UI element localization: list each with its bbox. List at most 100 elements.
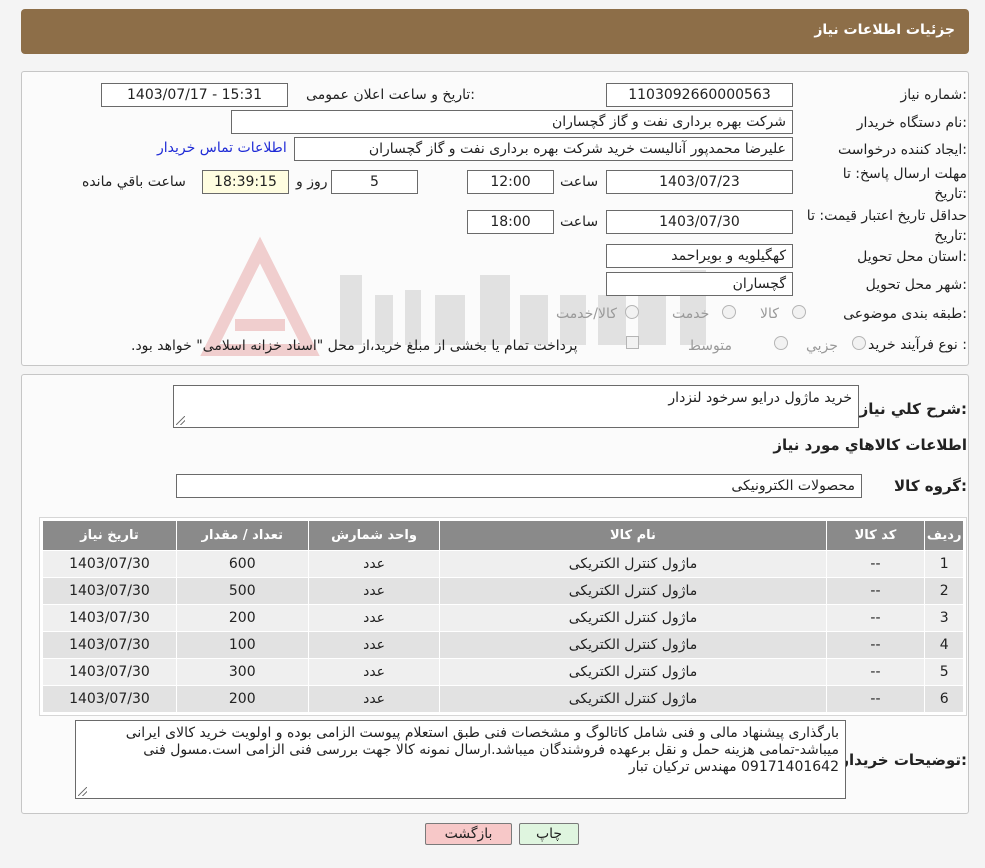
cell-code: -- xyxy=(825,577,926,605)
city-field: گچساران xyxy=(606,272,793,296)
cell-row: 5 xyxy=(924,658,964,686)
category-service-radio[interactable] xyxy=(722,305,736,319)
process-medium-radio[interactable] xyxy=(774,336,788,350)
cell-unit: عدد xyxy=(307,550,441,578)
need-number-field: 1103092660000563 xyxy=(606,83,793,107)
process-medium-label: متوسط xyxy=(688,338,732,354)
requester-field: علیرضا محمدپور آنالیست خرید شرکت بهره بر… xyxy=(294,137,793,161)
cell-date: 1403/07/30 xyxy=(42,604,177,632)
buyer-contact-link[interactable]: اطلاعات تماس خریدار xyxy=(157,140,287,156)
remaining-time-field: 18:39:15 xyxy=(202,170,289,194)
col-header-name: نام کالا xyxy=(439,520,827,551)
cell-unit: عدد xyxy=(307,577,441,605)
table-row: 6 -- ماژول کنترل الکتریکی عدد 200 1403/0… xyxy=(42,685,964,713)
category-goods-radio[interactable] xyxy=(792,305,806,319)
goods-group-field: محصولات الکترونیکی xyxy=(176,474,862,498)
process-minor-label: جزیي xyxy=(806,338,838,354)
process-type-label: نوع فرآیند خرید : xyxy=(868,337,967,353)
cell-date: 1403/07/30 xyxy=(42,577,177,605)
back-button[interactable]: بازگشت xyxy=(425,823,512,845)
buyer-org-field: شرکت بهره برداری نفت و گاز گچساران xyxy=(231,110,793,134)
items-table-header: ردیف کد کالا نام کالا واحد شمارش تعداد /… xyxy=(42,520,964,551)
cell-row: 4 xyxy=(924,631,964,659)
cell-code: -- xyxy=(825,631,926,659)
cell-code: -- xyxy=(825,685,926,713)
province-field: کهگیلویه و بویراحمد xyxy=(606,244,793,268)
cell-qty: 200 xyxy=(175,685,309,713)
col-header-code: کد کالا xyxy=(825,520,926,551)
cell-qty: 100 xyxy=(175,631,309,659)
items-table: ردیف کد کالا نام کالا واحد شمارش تعداد /… xyxy=(42,520,964,713)
process-minor-radio[interactable] xyxy=(852,336,866,350)
cell-unit: عدد xyxy=(307,631,441,659)
cell-name: ماژول کنترل الکتریکی xyxy=(439,685,827,713)
buyer-org-label: نام دستگاه خریدار: xyxy=(856,115,967,131)
cell-name: ماژول کنترل الکتریکی xyxy=(439,577,827,605)
col-header-qty: تعداد / مقدار xyxy=(175,520,309,551)
price-validity-label: حداقل تاریخ اعتبار قیمت: تا تاریخ: xyxy=(787,206,967,246)
cell-date: 1403/07/30 xyxy=(42,658,177,686)
cell-date: 1403/07/30 xyxy=(42,685,177,713)
table-row: 4 -- ماژول کنترل الکتریکی عدد 100 1403/0… xyxy=(42,631,964,659)
reply-days-field: 5 xyxy=(331,170,418,194)
table-row: 5 -- ماژول کنترل الکتریکی عدد 300 1403/0… xyxy=(42,658,964,686)
days-and-label: روز و xyxy=(296,174,328,190)
col-header-unit: واحد شمارش xyxy=(307,520,441,551)
cell-code: -- xyxy=(825,658,926,686)
treasury-payment-checkbox[interactable] xyxy=(626,336,639,349)
col-header-row: ردیف xyxy=(924,520,964,551)
validity-time-label: ساعت xyxy=(560,214,599,230)
announce-datetime-field: 1403/07/17 - 15:31 xyxy=(101,83,288,107)
reply-time-field: 12:00 xyxy=(467,170,554,194)
table-row: 1 -- ماژول کنترل الکتریکی عدد 600 1403/0… xyxy=(42,550,964,578)
reply-deadline-label: مهلت ارسال پاسخ: تا تاریخ: xyxy=(807,164,967,204)
cell-unit: عدد xyxy=(307,604,441,632)
cell-date: 1403/07/30 xyxy=(42,550,177,578)
cell-name: ماژول کنترل الکتریکی xyxy=(439,550,827,578)
need-number-label: شماره نیاز: xyxy=(900,87,967,103)
cell-row: 3 xyxy=(924,604,964,632)
buyer-notes-label: توضیحات خریدار: xyxy=(840,751,967,769)
cell-name: ماژول کنترل الکتریکی xyxy=(439,631,827,659)
city-label: شهر محل تحویل: xyxy=(865,277,967,293)
cell-qty: 200 xyxy=(175,604,309,632)
validity-time-field: 18:00 xyxy=(467,210,554,234)
items-table-wrapper: ردیف کد کالا نام کالا واحد شمارش تعداد /… xyxy=(39,517,967,716)
requester-label: ایجاد کننده درخواست: xyxy=(838,142,967,158)
cell-row: 1 xyxy=(924,550,964,578)
table-row: 2 -- ماژول کنترل الکتریکی عدد 500 1403/0… xyxy=(42,577,964,605)
page-title: جزئیات اطلاعات نیاز xyxy=(814,22,955,38)
table-row: 3 -- ماژول کنترل الکتریکی عدد 200 1403/0… xyxy=(42,604,964,632)
page-header: جزئیات اطلاعات نیاز xyxy=(21,9,969,54)
col-header-date: تاریخ نیاز xyxy=(42,520,177,551)
cell-row: 2 xyxy=(924,577,964,605)
buyer-notes-textarea[interactable]: بارگذاری پیشنهاد مالی و فنی شامل کاتالوگ… xyxy=(75,720,846,799)
price-validity-label-line2: تاریخ: xyxy=(934,228,967,244)
remaining-label: ساعت باقي مانده xyxy=(82,174,186,190)
category-label: طبقه بندی موضوعی: xyxy=(843,306,967,322)
cell-code: -- xyxy=(825,604,926,632)
cell-qty: 300 xyxy=(175,658,309,686)
description-resize-grip[interactable] xyxy=(176,416,185,425)
category-goods-service-radio[interactable] xyxy=(625,305,639,319)
reply-date-field: 1403/07/23 xyxy=(606,170,793,194)
price-validity-label-line1: حداقل تاریخ اعتبار قیمت: تا xyxy=(806,208,967,224)
cell-unit: عدد xyxy=(307,658,441,686)
description-textarea[interactable]: خرید ماژول درایو سرخود لنزدار xyxy=(173,385,859,428)
cell-code: -- xyxy=(825,550,926,578)
reply-deadline-label-line2: تاریخ: xyxy=(934,186,967,202)
validity-date-field: 1403/07/30 xyxy=(606,210,793,234)
category-goods-label: کالا xyxy=(760,306,779,322)
goods-group-label: گروه کالا: xyxy=(894,477,967,495)
cell-name: ماژول کنترل الکتریکی xyxy=(439,658,827,686)
process-note: پرداخت تمام یا بخشی از مبلغ خرید،از محل … xyxy=(131,338,578,354)
description-label: شرح کلي نیاز: xyxy=(859,400,967,418)
buyer-notes-resize-grip[interactable] xyxy=(78,787,87,796)
cell-name: ماژول کنترل الکتریکی xyxy=(439,604,827,632)
category-service-label: خدمت xyxy=(672,306,710,322)
category-goods-service-label: کالا/خدمت xyxy=(556,306,617,322)
province-label: استان محل تحویل: xyxy=(857,249,967,265)
cell-date: 1403/07/30 xyxy=(42,631,177,659)
print-button[interactable]: چاپ xyxy=(519,823,579,845)
reply-deadline-label-line1: مهلت ارسال پاسخ: تا xyxy=(842,166,967,182)
